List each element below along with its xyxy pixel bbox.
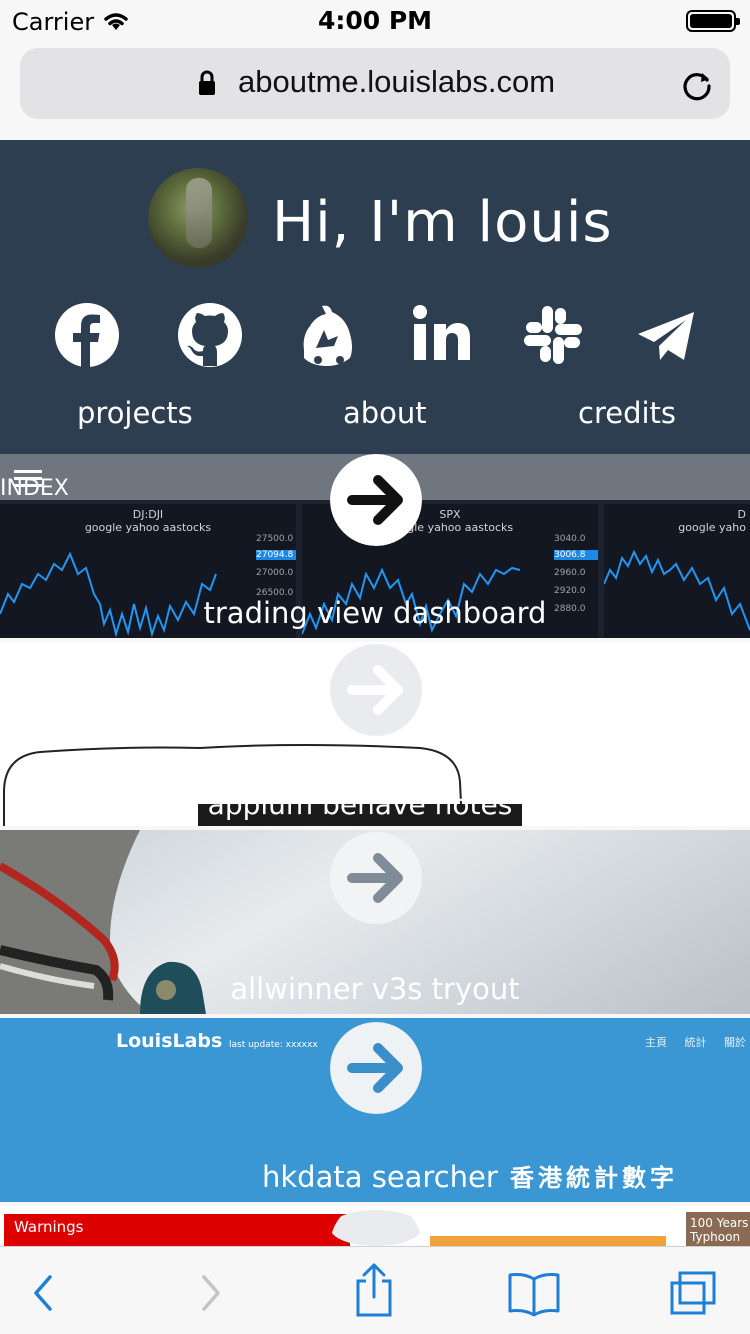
price-scale: 27500.0 27094.8 27000.0 26500.0 (256, 534, 296, 598)
project-card-appium[interactable]: appium behave notes (0, 642, 750, 826)
project-card-weather[interactable]: Warnings 100 Years Typhoon (0, 1206, 750, 1246)
thumbnail-subtitle: 香港統計數字 (510, 1164, 678, 1192)
bitbucket-icon[interactable] (292, 300, 362, 370)
profile-header: Hi, I'm louis projects about credits (0, 140, 750, 454)
open-arrow-icon[interactable] (330, 832, 422, 924)
project-title: trading view dashboard (203, 596, 547, 630)
battery-icon (686, 10, 740, 32)
open-arrow-icon[interactable] (330, 1022, 422, 1114)
reload-icon[interactable] (680, 66, 714, 102)
browser-chrome: aboutme.louislabs.com (0, 40, 750, 140)
address-bar[interactable]: aboutme.louislabs.com (20, 48, 730, 119)
slack-icon[interactable] (518, 300, 588, 370)
status-time: 4:00 PM (317, 6, 433, 35)
project-card-hkdata[interactable]: LouisLabs last update: xxxxxx 主頁 統計 關於 h… (0, 1018, 750, 1202)
telegram-icon[interactable] (632, 300, 702, 370)
tabs-icon[interactable] (666, 1269, 720, 1317)
share-icon[interactable] (352, 1261, 396, 1317)
lock-icon (199, 70, 215, 95)
linkedin-icon[interactable] (406, 300, 476, 370)
status-bar: Carrier 4:00 PM (0, 0, 750, 40)
facebook-icon[interactable] (52, 300, 122, 370)
project-title: appium behave notes (207, 788, 513, 821)
open-arrow-icon[interactable] (330, 644, 422, 736)
browser-toolbar (0, 1246, 750, 1334)
bookmarks-icon[interactable] (506, 1269, 562, 1317)
url-text[interactable]: aboutme.louislabs.com (238, 64, 555, 100)
project-title: allwinner v3s tryout (230, 972, 520, 1006)
avatar (148, 168, 248, 268)
nav-about[interactable]: about (343, 396, 427, 430)
back-icon[interactable] (28, 1269, 58, 1317)
forward-icon (202, 1275, 220, 1311)
thumbnail-menu: 主頁 統計 關於 (645, 1036, 746, 1049)
panel-sources: google yahoo aastocks (84, 521, 212, 534)
warnings-banner: Warnings (4, 1214, 350, 1246)
project-title: hkdata searcher (262, 1160, 498, 1194)
open-arrow-icon[interactable] (330, 454, 422, 546)
panel-name: D (737, 508, 746, 521)
nav-projects[interactable]: projects (77, 396, 193, 430)
typhoon-badge: 100 Years Typhoon (686, 1212, 750, 1246)
thumbnail-brand: LouisLabs last update: xxxxxx (116, 1030, 318, 1052)
nav-credits[interactable]: credits (578, 396, 676, 430)
project-card-trading[interactable]: INDEX DJ:DJI google yahoo aastocks 27500.… (0, 454, 750, 638)
panel-name: DJ:DJI (132, 508, 164, 521)
panel-sources: google yaho (678, 521, 746, 534)
open-arrow-icon[interactable] (330, 1210, 422, 1246)
thumbnail-bar (430, 1236, 666, 1246)
index-label: INDEX (0, 476, 69, 501)
project-card-allwinner[interactable]: allwinner v3s tryout (0, 830, 750, 1014)
page-title: Hi, I'm louis (272, 190, 613, 255)
github-icon[interactable] (175, 300, 245, 370)
